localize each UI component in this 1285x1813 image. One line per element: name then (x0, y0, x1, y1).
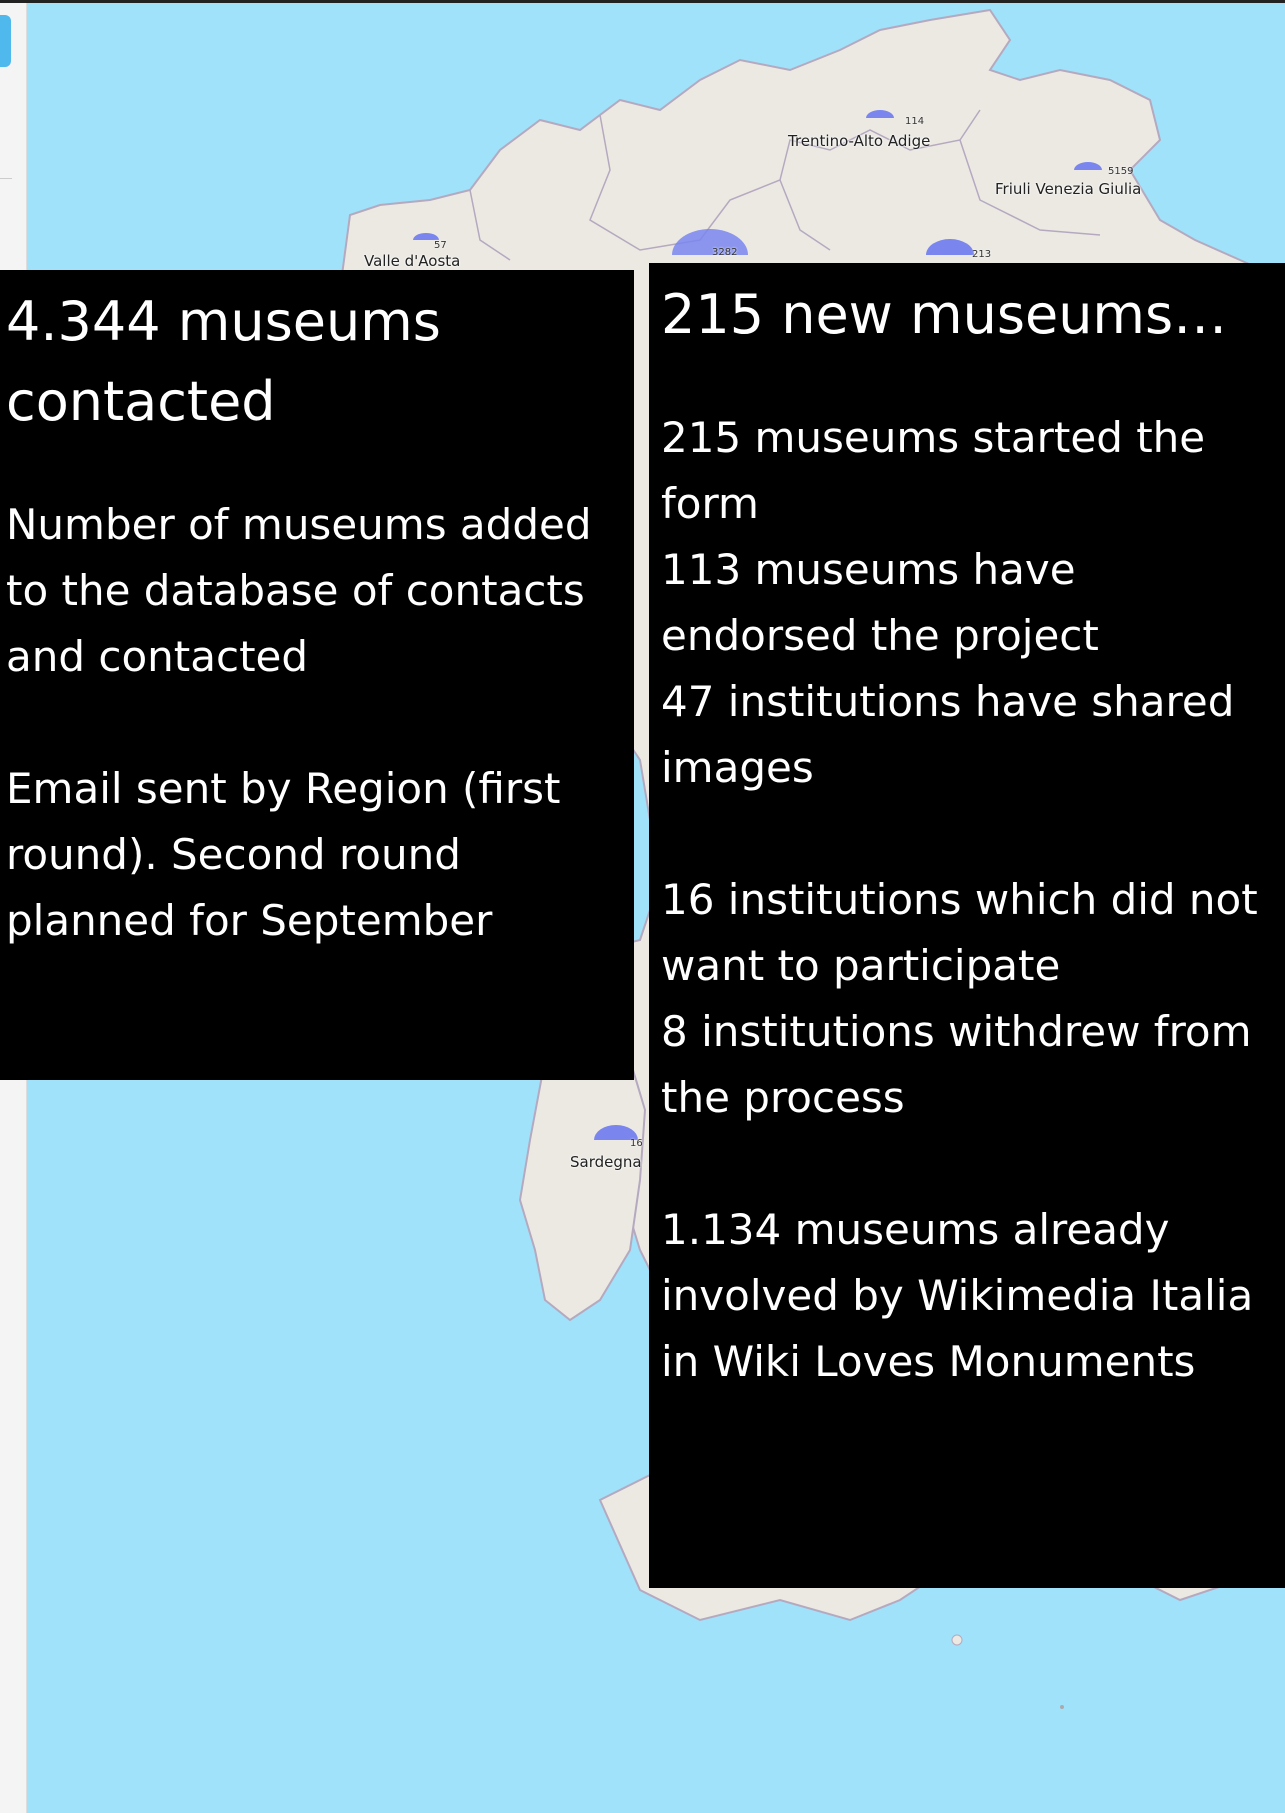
region-count-veneto: 213 (972, 249, 992, 260)
museums-contacted-heading: 4.344 museums contacted (6, 290, 441, 433)
email-rounds-description: Email sent by Region (first round). Seco… (6, 764, 561, 945)
region-label-valle-daosta[interactable]: Valle d'Aosta (364, 252, 460, 270)
stat-shared-images: 47 institutions have shared images (661, 677, 1235, 792)
sidebar-divider (0, 178, 12, 179)
region-count-valle-daosta: 57 (434, 240, 447, 251)
sidebar-toggle-button[interactable] (0, 15, 11, 67)
region-label-sardegna[interactable]: Sardegna (570, 1153, 642, 1171)
museums-contacted-description: Number of museums added to the database … (6, 500, 592, 681)
new-museums-panel: 215 new museums… 215 museums started the… (649, 263, 1285, 1588)
window-top-border (0, 0, 1285, 3)
region-count-trentino: 114 (905, 116, 925, 127)
stat-endorsed-project: 113 museums have endorsed the project (661, 545, 1099, 660)
museums-contacted-panel: 4.344 museums contacted Number of museum… (0, 270, 634, 1080)
stat-declined: 16 institutions which did not want to pa… (661, 875, 1258, 990)
region-label-friuli[interactable]: Friuli Venezia Giulia (995, 180, 1141, 198)
stat-wiki-loves-monuments: 1.134 museums already involved by Wikime… (661, 1205, 1254, 1386)
region-count-friuli: 5159 (1108, 166, 1134, 177)
region-count-sardegna: 16 (630, 1138, 643, 1149)
new-museums-heading: 215 new museums… (661, 283, 1228, 346)
region-label-trentino[interactable]: Trentino-Alto Adige (788, 132, 930, 150)
stat-withdrew: 8 institutions withdrew from the process (661, 1007, 1252, 1122)
stat-started-form: 215 museums started the form (661, 413, 1206, 528)
region-count-lombardia: 3282 (712, 247, 738, 258)
